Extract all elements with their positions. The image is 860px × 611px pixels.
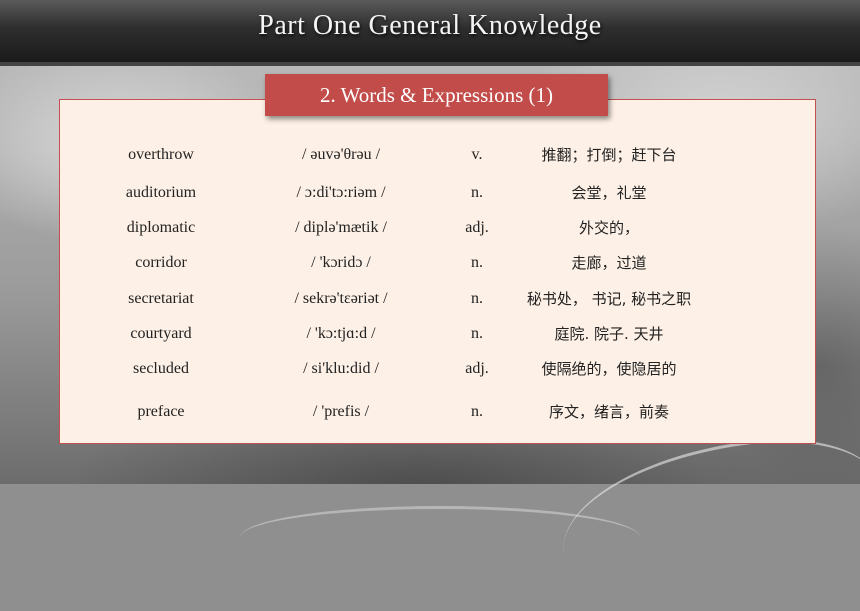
vocab-part-of-speech: adj. xyxy=(465,219,489,236)
vocab-part-of-speech: n. xyxy=(471,184,483,201)
vocabulary-row: courtyard / 'kɔ:tjɑ:d / n. 庭院. 院子. 天井 xyxy=(59,319,816,349)
vocab-word: secluded xyxy=(133,360,189,377)
vocabulary-row: diplomatic / diplə'mætik / adj. 外交的， xyxy=(59,213,816,243)
vocab-meaning: 会堂，礼堂 xyxy=(571,184,647,202)
vocab-phonetic: / ɔ:di'tɔ:riəm / xyxy=(296,184,386,201)
vocab-meaning: 秘书处， 书记, 秘书之职 xyxy=(526,290,692,308)
page-title: Part One General Knowledge xyxy=(258,10,602,41)
vocab-meaning: 序文，绪言，前奏 xyxy=(548,403,669,421)
vocab-part-of-speech: n. xyxy=(471,403,483,420)
vocab-meaning: 庭院. 院子. 天井 xyxy=(554,325,664,343)
title-bar: Part One General Knowledge xyxy=(0,0,860,66)
vocabulary-row: secluded / si'klu:did / adj. 使隔绝的，使隐居的 xyxy=(59,354,816,384)
vocab-phonetic: / si'klu:did / xyxy=(303,360,379,377)
vocab-word: corridor xyxy=(135,254,187,271)
vocab-word: secretariat xyxy=(128,290,194,307)
vocabulary-row: auditorium / ɔ:di'tɔ:riəm / n. 会堂，礼堂 xyxy=(59,178,816,208)
vocab-word: auditorium xyxy=(125,184,197,201)
vocab-word: overthrow xyxy=(128,146,194,163)
vocab-meaning: 推翻；打倒；赶下台 xyxy=(541,146,677,164)
vocab-part-of-speech: n. xyxy=(471,254,483,271)
vocab-part-of-speech: n. xyxy=(471,325,483,342)
great-wall-graphic xyxy=(240,506,640,569)
vocab-phonetic: / 'prefis / xyxy=(312,403,370,420)
vocab-part-of-speech: v. xyxy=(471,146,483,163)
vocab-meaning: 使隔绝的，使隐居的 xyxy=(541,360,677,378)
section-label: 2. Words & Expressions (1) xyxy=(265,74,608,116)
vocabulary-row: overthrow / əuvə'θrəu / v. 推翻；打倒；赶下台 xyxy=(59,140,816,170)
vocab-meaning: 走廊，过道 xyxy=(571,254,647,272)
vocab-phonetic: / əuvə'θrəu / xyxy=(301,146,381,163)
vocab-meaning: 外交的， xyxy=(578,219,639,237)
vocab-phonetic: / 'kɔ:tjɑ:d / xyxy=(306,325,376,342)
vocab-phonetic: / 'kɔridɔ / xyxy=(311,254,371,271)
vocab-part-of-speech: n. xyxy=(471,290,483,307)
vocab-word: diplomatic xyxy=(126,219,196,236)
vocab-phonetic: / sekrə'tεəriət / xyxy=(294,290,388,307)
vocab-part-of-speech: adj. xyxy=(465,360,489,377)
vocab-word: courtyard xyxy=(130,325,192,342)
vocab-word: preface xyxy=(137,403,185,420)
vocabulary-row: preface / 'prefis / n. 序文，绪言，前奏 xyxy=(59,397,816,427)
vocab-phonetic: / diplə'mætik / xyxy=(295,219,387,236)
vocabulary-row: secretariat / sekrə'tεəriət / n. 秘书处， 书记, 秘… xyxy=(59,284,816,314)
vocabulary-row: corridor / 'kɔridɔ / n. 走廊，过道 xyxy=(59,248,816,278)
